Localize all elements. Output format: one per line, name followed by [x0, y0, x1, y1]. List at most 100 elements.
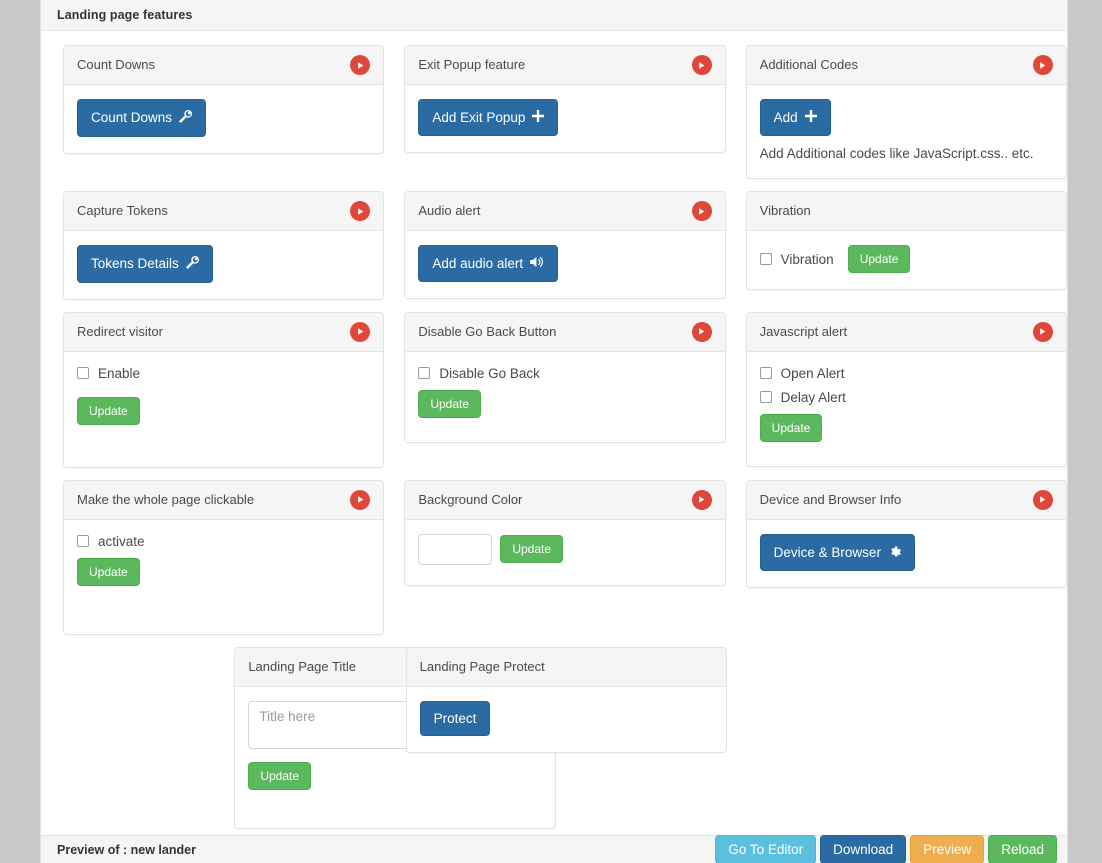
device-browser-button[interactable]: Device & Browser	[759, 533, 915, 572]
play-circle-icon[interactable]	[350, 55, 371, 75]
feature-row-3: Redirect visitor Enable Update Disable G…	[53, 311, 1067, 468]
disable-go-back-update-button[interactable]: Update	[418, 389, 482, 418]
card-audio-alert: Audio alert Add audio alert	[404, 191, 726, 299]
feature-row-1: Count Downs Count Downs Exit Popup featu…	[53, 45, 1067, 180]
feature-col: Exit Popup feature Add Exit Popup	[394, 45, 735, 153]
play-circle-icon[interactable]	[691, 321, 712, 342]
feature-col: Background Color Update	[394, 479, 735, 586]
card-header: Audio alert	[405, 192, 725, 232]
card-body: Disable Go Back Update	[405, 352, 724, 442]
tokens-details-button[interactable]: Tokens Details	[77, 245, 213, 283]
plus-icon	[804, 110, 817, 125]
preview-button[interactable]: Preview	[910, 834, 985, 863]
card-title: Disable Go Back Button	[418, 323, 557, 339]
vibration-checkbox[interactable]	[759, 253, 772, 266]
reload-button[interactable]: Reload	[988, 834, 1057, 863]
feature-row-4: Make the whole page clickable activate U…	[53, 479, 1067, 635]
card-title: Audio alert	[418, 203, 481, 219]
disable-go-back-checkbox[interactable]	[418, 367, 431, 380]
javascript-alert-update-button[interactable]: Update	[759, 413, 823, 442]
card-header: Redirect visitor	[64, 312, 384, 352]
delay-alert-row[interactable]: Delay Alert	[759, 390, 1053, 405]
redirect-update-button[interactable]: Update	[77, 396, 140, 425]
play-circle-icon[interactable]	[350, 489, 371, 510]
card-capture-tokens: Capture Tokens Tokens Details	[63, 191, 385, 300]
vibration-checkbox-row[interactable]: Vibration	[759, 252, 834, 267]
landing-page-title-update-button[interactable]: Update	[248, 761, 312, 790]
button-label: Device & Browser	[773, 544, 881, 560]
landing-page-features-screen: Landing page features Count Downs Count …	[0, 0, 1102, 863]
card-title: Make the whole page clickable	[77, 491, 255, 507]
card-title: Background Color	[418, 491, 523, 507]
delay-alert-checkbox[interactable]	[759, 391, 772, 404]
card-title: Vibration	[759, 203, 811, 219]
volume-up-icon	[530, 256, 544, 271]
additional-codes-hint: Add Additional codes like JavaScript.css…	[759, 145, 1034, 161]
play-circle-icon[interactable]	[1032, 489, 1053, 510]
go-to-editor-button[interactable]: Go To Editor	[715, 834, 817, 863]
button-label: Update	[430, 396, 470, 411]
play-circle-icon[interactable]	[350, 201, 371, 222]
card-body: Count Downs	[64, 85, 383, 153]
activate-row[interactable]: activate	[77, 534, 370, 549]
card-header: Additional Codes	[746, 46, 1066, 85]
card-count-downs: Count Downs Count Downs	[63, 45, 385, 154]
card-device-browser-info: Device and Browser Info Device & Browser	[745, 479, 1067, 589]
redirect-enable-label: Enable	[98, 365, 141, 381]
play-circle-icon[interactable]	[1032, 55, 1053, 75]
card-whole-page-clickable: Make the whole page clickable activate U…	[63, 479, 385, 635]
whole-page-update-button[interactable]: Update	[77, 557, 140, 586]
open-alert-checkbox[interactable]	[759, 367, 772, 380]
open-alert-row[interactable]: Open Alert	[759, 365, 1053, 381]
play-circle-icon[interactable]	[691, 201, 712, 222]
download-button[interactable]: Download	[820, 834, 907, 863]
activate-label: activate	[98, 533, 145, 549]
card-title: Additional Codes	[759, 57, 858, 72]
panel-body: Count Downs Count Downs Exit Popup featu…	[41, 31, 1067, 851]
preview-bar-title: Preview of : new lander	[57, 842, 196, 857]
redirect-enable-checkbox[interactable]	[77, 367, 89, 380]
vibration-controls: Vibration Update	[759, 245, 1053, 274]
background-color-update-button[interactable]: Update	[500, 535, 564, 564]
wrench-icon	[179, 110, 193, 126]
button-label: Update	[512, 542, 552, 557]
button-label: Update	[260, 768, 300, 783]
plus-icon	[532, 110, 545, 125]
button-label: Add	[773, 109, 798, 125]
feature-col: Landing Page Protect Protect	[396, 646, 737, 754]
button-label: Add audio alert	[432, 255, 524, 271]
card-header: Javascript alert	[746, 312, 1066, 352]
card-header: Device and Browser Info	[746, 480, 1066, 520]
button-label: Tokens Details	[91, 256, 179, 272]
card-javascript-alert: Javascript alert Open Alert Delay Alert …	[745, 311, 1067, 467]
protect-button[interactable]: Protect	[419, 700, 491, 737]
card-body: Add audio alert	[405, 231, 724, 298]
add-exit-popup-button[interactable]: Add Exit Popup	[418, 99, 559, 136]
count-downs-button[interactable]: Count Downs	[77, 99, 207, 137]
activate-checkbox[interactable]	[77, 535, 89, 548]
card-body: Update	[405, 520, 724, 585]
card-exit-popup: Exit Popup feature Add Exit Popup	[404, 45, 726, 153]
open-alert-label: Open Alert	[780, 365, 845, 381]
play-circle-icon[interactable]	[350, 321, 371, 342]
disable-go-back-label: Disable Go Back	[439, 365, 540, 381]
add-audio-alert-button[interactable]: Add audio alert	[418, 245, 559, 282]
add-code-button[interactable]: Add	[759, 99, 831, 136]
panel-header: Landing page features	[41, 0, 1067, 31]
feature-col: Vibration Vibration Update	[736, 191, 1077, 291]
button-label: Update	[771, 420, 811, 435]
background-color-controls: Update	[418, 533, 711, 565]
vibration-update-button[interactable]: Update	[847, 245, 911, 274]
card-body: Protect	[407, 687, 726, 753]
play-circle-icon[interactable]	[691, 55, 712, 75]
card-body: Add Add Additional codes like JavaScript…	[747, 85, 1066, 178]
play-circle-icon[interactable]	[1032, 321, 1053, 342]
background-color-input[interactable]	[418, 533, 493, 565]
card-body: activate Update	[64, 520, 383, 634]
button-label: Update	[859, 252, 899, 267]
redirect-enable-row[interactable]: Enable	[77, 366, 370, 381]
play-circle-icon[interactable]	[691, 489, 712, 510]
card-landing-page-protect: Landing Page Protect Protect	[405, 646, 727, 754]
button-label: Add Exit Popup	[432, 109, 526, 125]
disable-go-back-row[interactable]: Disable Go Back	[418, 366, 711, 381]
